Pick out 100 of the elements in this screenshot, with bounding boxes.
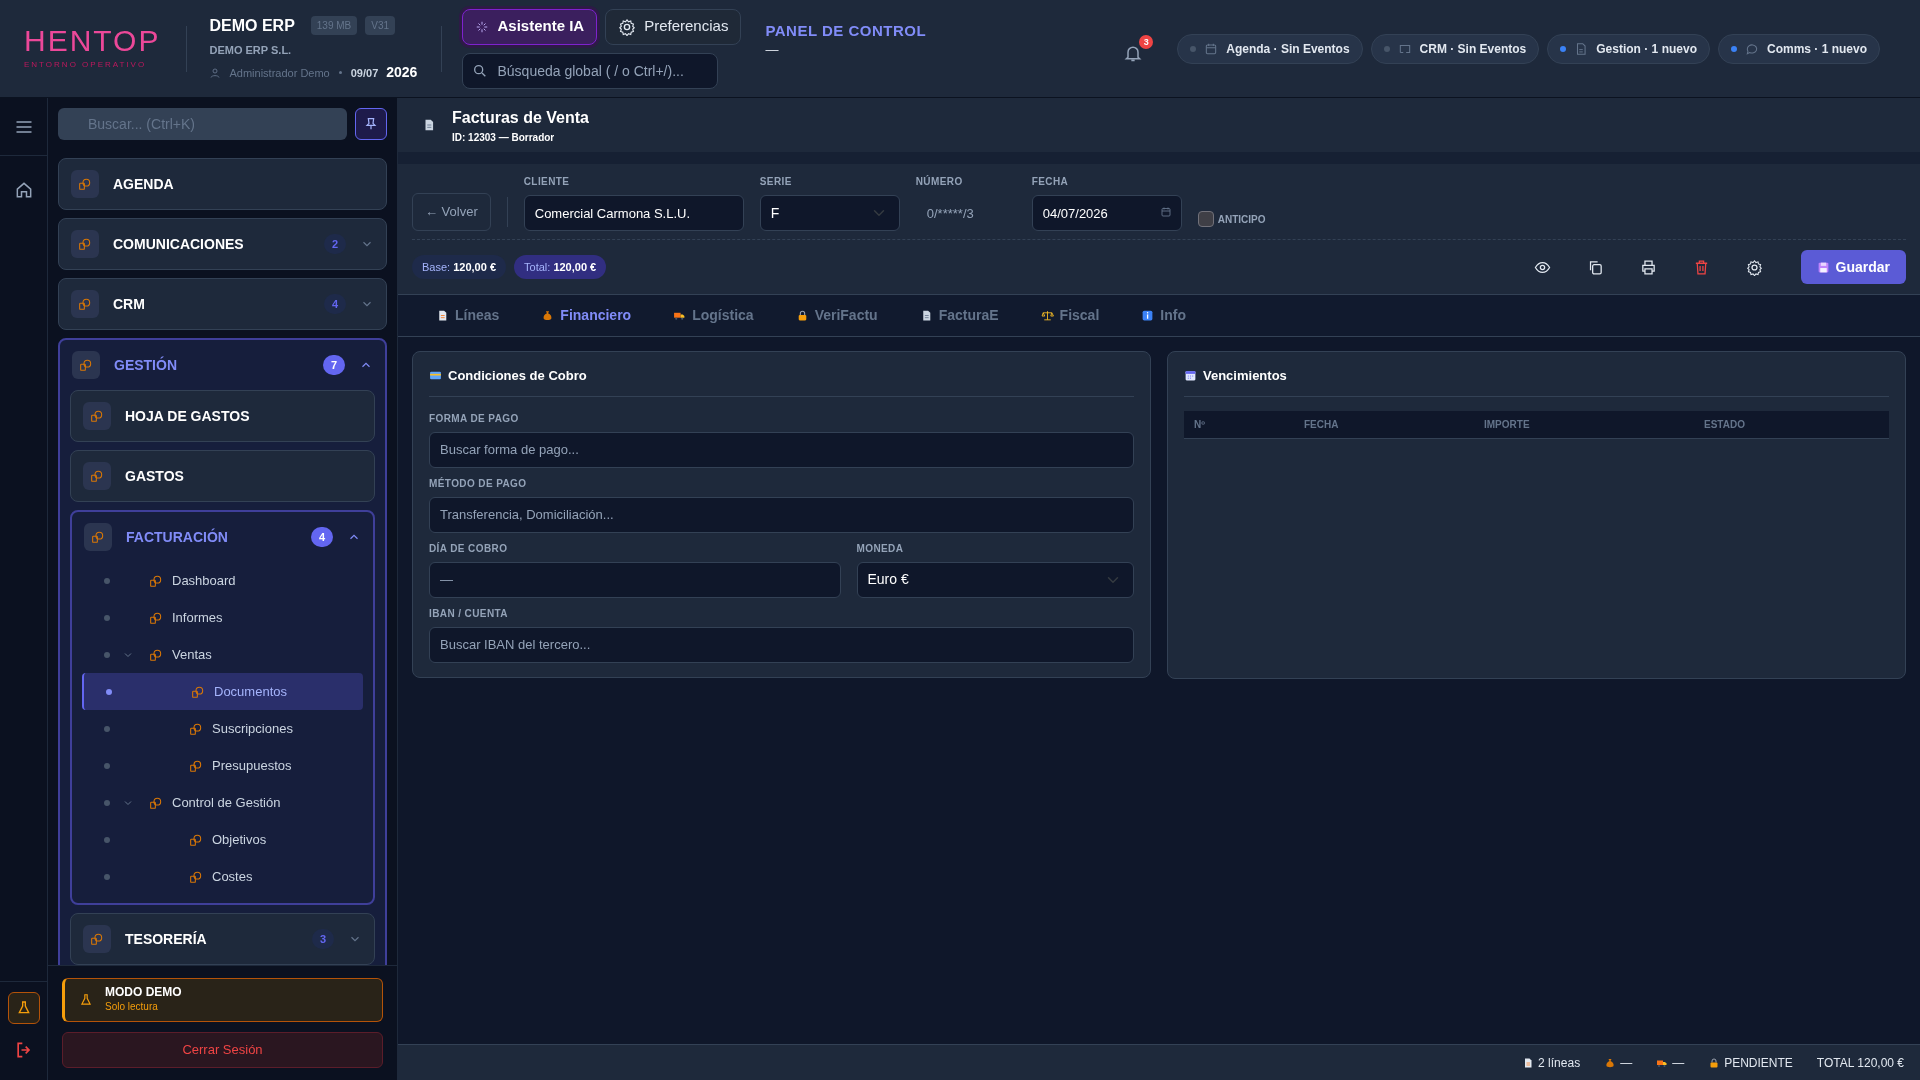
nav-item[interactable]: Informes xyxy=(82,599,363,636)
input-field[interactable]: — xyxy=(429,561,841,598)
checkbox-label: ANTICIPO xyxy=(1217,212,1266,227)
count-badge: 4 xyxy=(324,294,346,314)
currency-select[interactable]: Euro € xyxy=(856,561,1134,598)
field-label: MÉTODO DE PAGO xyxy=(429,476,528,491)
date-text: 09/07 xyxy=(350,65,379,81)
global-search-field[interactable]: Búsqueda global ( / o Ctrl+/)... xyxy=(462,52,719,89)
nav-item[interactable]: Dashboard xyxy=(82,562,363,599)
field-label: MONEDA xyxy=(856,541,905,556)
field-label: DÍA DE COBRO xyxy=(429,541,509,556)
client-field[interactable]: Comercial Carmona S.L.U. xyxy=(523,195,744,231)
nav-section-label: CRM xyxy=(113,294,146,314)
status-pill[interactable]: Comms · 1 nuevo xyxy=(1717,33,1880,64)
nav-section-header[interactable]: GASTOS xyxy=(71,451,374,501)
tab[interactable]: VeriFactu xyxy=(777,295,896,336)
nav-section-label: COMUNICACIONES xyxy=(113,234,245,254)
nav-item-label: Objetivos xyxy=(212,830,267,849)
status-pill[interactable]: Gestion · 1 nuevo xyxy=(1547,33,1710,64)
nav-section-label: HOJA DE GASTOS xyxy=(125,406,251,426)
nav-section-label: GASTOS xyxy=(125,466,185,486)
nav-item-label: Suscripciones xyxy=(212,719,293,738)
field-label: FORMA DE PAGO xyxy=(429,411,520,426)
back-button[interactable]: ← Volver xyxy=(412,193,491,231)
input-field[interactable]: Buscar IBAN del tercero... xyxy=(429,626,1134,663)
document-title: Facturas de Venta xyxy=(452,107,589,128)
nav-item[interactable]: Ventas xyxy=(82,636,363,673)
status-pill[interactable]: CRM · Sin Eventos xyxy=(1370,33,1540,64)
preferences-button[interactable]: Preferencias xyxy=(605,8,742,45)
date-field[interactable]: 04/07/2026 xyxy=(1031,195,1182,231)
demo-subtitle: Solo lectura xyxy=(105,1000,159,1015)
nav-section-label: GESTIÓN xyxy=(114,355,178,375)
nav-section-header[interactable]: TESORERÍA 3 xyxy=(71,914,374,964)
nav-item-label: Costes xyxy=(212,867,253,886)
nav-section-header[interactable]: HOJA DE GASTOS xyxy=(71,391,374,441)
tab[interactable]: FacturaE xyxy=(901,295,1017,336)
tab[interactable]: Fiscal xyxy=(1022,295,1118,336)
logo: HENTOP xyxy=(24,26,161,56)
column-header: FECHA xyxy=(1303,417,1340,432)
card-title: Vencimientos xyxy=(1203,367,1287,385)
pill-label: Comms · 1 nuevo xyxy=(1766,40,1867,58)
nav-section-label: AGENDA xyxy=(113,174,175,194)
field-label: NÚMERO xyxy=(915,174,964,189)
notification-count: 3 xyxy=(1139,34,1154,49)
pill-label: Agenda · Sin Eventos xyxy=(1226,40,1350,58)
count-badge: 3 xyxy=(312,929,334,949)
nav-item[interactable]: Documentos xyxy=(82,673,363,710)
nav-section-header[interactable]: AGENDA xyxy=(59,159,386,209)
tab[interactable]: Info xyxy=(1123,295,1204,336)
nav-item-label: Documentos xyxy=(214,682,287,701)
assistant-button[interactable]: Asistente IA xyxy=(462,8,598,45)
nav-section-label: TESORERÍA xyxy=(125,929,208,949)
demo-title: MODO DEMO xyxy=(105,985,182,1000)
field-label: IBAN / CUENTA xyxy=(429,606,509,621)
nav-section-header[interactable]: FACTURACIÓN 4 xyxy=(72,512,373,562)
pill-label: CRM · Sin Eventos xyxy=(1419,40,1527,58)
nav-item[interactable]: Costes xyxy=(82,858,363,895)
save-button[interactable]: Guardar xyxy=(1800,250,1906,284)
company-name: DEMO ERP xyxy=(209,15,295,36)
card-title: Condiciones de Cobro xyxy=(448,367,587,385)
status-text: — xyxy=(1620,1054,1633,1072)
nav-item-label: Ventas xyxy=(172,645,212,664)
field-label: SERIE xyxy=(759,175,793,189)
total-chip: Total: 120,00 € xyxy=(514,255,607,279)
nav-item-label: Informes xyxy=(172,608,223,627)
status-text: PENDIENTE xyxy=(1724,1054,1793,1072)
column-header: ESTADO xyxy=(1703,417,1745,432)
legal-name: DEMO ERP S.L. xyxy=(209,42,293,58)
nav-item-label: Control de Gestión xyxy=(172,793,281,812)
input-field[interactable]: Buscar forma de pago... xyxy=(429,431,1134,468)
tab[interactable]: Logística xyxy=(655,295,772,336)
column-header: Nº xyxy=(1193,417,1206,432)
count-badge: 7 xyxy=(323,355,345,375)
nav-item[interactable]: Control de Gestión xyxy=(82,784,363,821)
total-chip: Base: 120,00 € xyxy=(412,255,506,279)
column-header: IMPORTE xyxy=(1483,417,1531,432)
logout-button[interactable]: Cerrar Sesión xyxy=(62,1032,383,1068)
status-text: TOTAL 120,00 € xyxy=(1816,1054,1904,1072)
status-pill[interactable]: Agenda · Sin Eventos xyxy=(1177,33,1363,64)
tab[interactable]: Líneas xyxy=(418,295,518,336)
nav-section-header[interactable]: CRM 4 xyxy=(59,279,386,329)
pill-label: Gestion · 1 nuevo xyxy=(1596,40,1697,58)
count-badge: 2 xyxy=(324,234,346,254)
input-field[interactable]: Transferencia, Domiciliación... xyxy=(429,496,1134,533)
year-text: 2026 xyxy=(386,63,418,83)
document-subtitle: ID: 12303 — Borrador xyxy=(452,130,556,145)
panel-subtitle: — xyxy=(765,42,780,56)
nav-section-header[interactable]: COMUNICACIONES 2 xyxy=(59,219,386,269)
field-label: CLIENTE xyxy=(523,175,571,189)
nav-item[interactable]: Suscripciones xyxy=(82,710,363,747)
nav-item-label: Presupuestos xyxy=(212,756,292,775)
tab[interactable]: Financiero xyxy=(523,295,650,336)
nav-item[interactable]: Objetivos xyxy=(82,821,363,858)
nav-section-header[interactable]: GESTIÓN 7 xyxy=(60,340,385,390)
status-text: 2 líneas xyxy=(1538,1054,1581,1072)
status-text: — xyxy=(1672,1054,1685,1072)
notifications-button[interactable]: 3 xyxy=(1123,34,1154,63)
panel-title: PANEL DE CONTROL xyxy=(765,21,927,41)
nav-item[interactable]: Presupuestos xyxy=(82,747,363,784)
series-select[interactable]: F xyxy=(759,195,900,231)
